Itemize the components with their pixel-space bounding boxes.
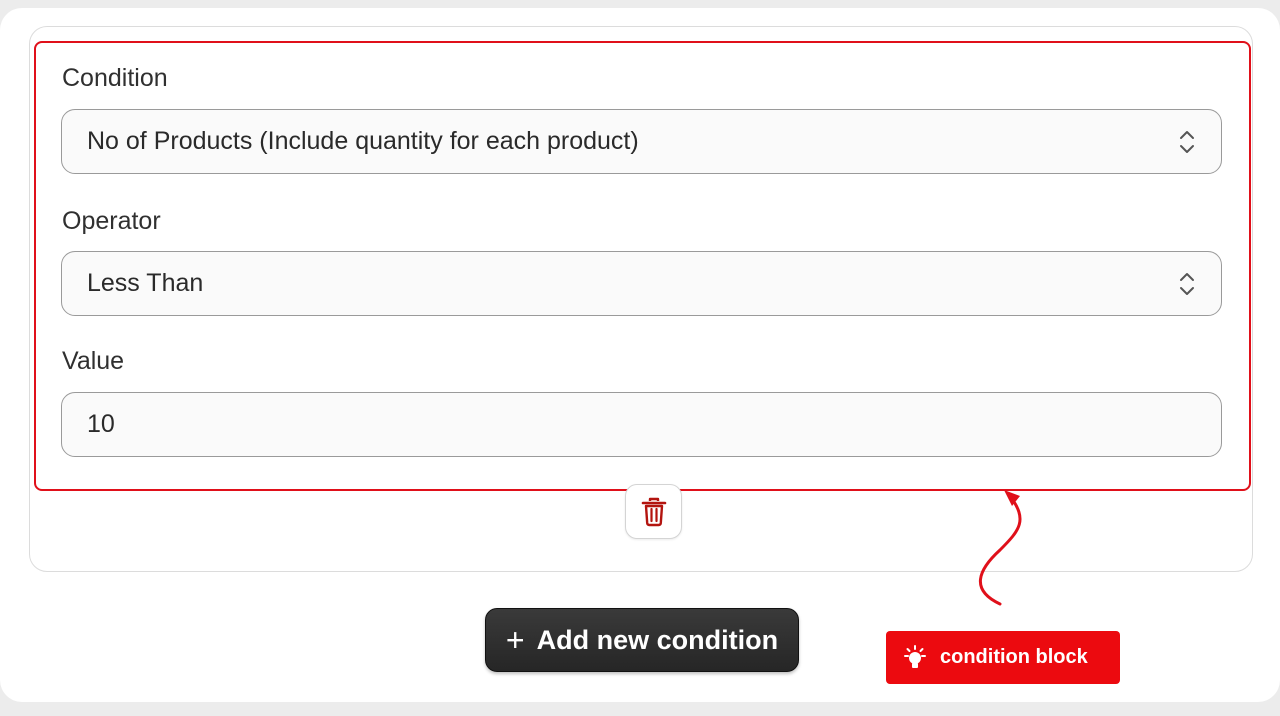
add-new-condition-label: Add new condition [536,624,779,655]
chevron-updown-icon [1180,131,1194,153]
value-input[interactable]: 10 [61,392,1222,457]
plus-icon: + [505,622,525,658]
value-input-text: 10 [87,410,115,438]
condition-select-value: No of Products (Include quantity for eac… [87,127,639,155]
operator-select-value: Less Than [87,269,204,297]
operator-select[interactable]: Less Than [61,251,1222,316]
operator-label: Operator [62,207,161,235]
condition-label: Condition [62,64,168,92]
trash-icon [641,497,666,526]
delete-condition-button[interactable] [625,484,682,539]
callout-arrow-icon [979,490,1022,606]
condition-select[interactable]: No of Products (Include quantity for eac… [61,109,1222,174]
chevron-updown-icon [1180,273,1194,295]
value-label: Value [62,347,125,375]
add-new-condition-button[interactable]: + Add new condition [485,608,799,672]
callout-label: condition block [940,646,1088,668]
lightbulb-icon [904,644,926,668]
callout-badge: condition block [886,631,1120,684]
